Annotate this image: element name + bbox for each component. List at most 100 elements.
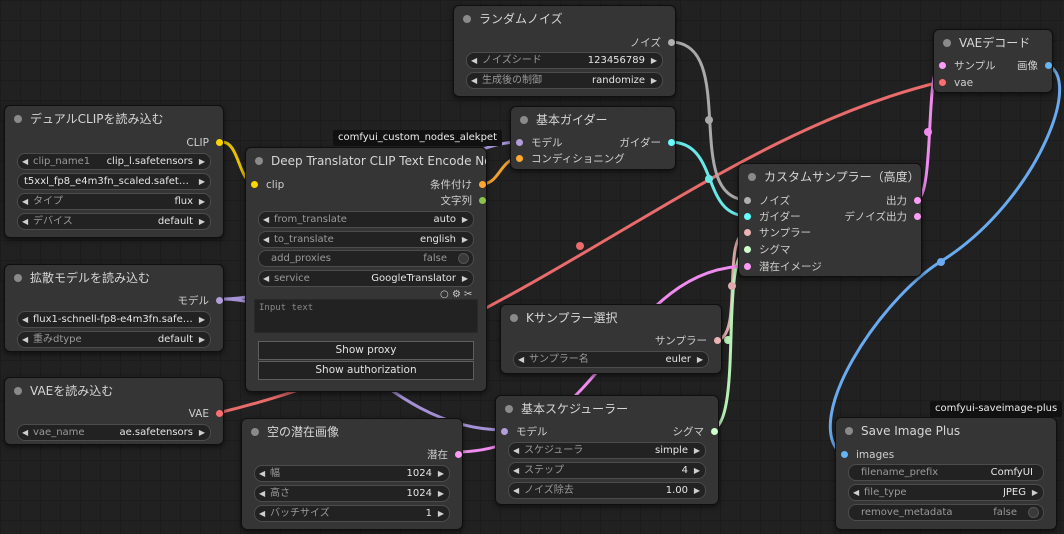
arrow-right-icon[interactable]: ▶	[694, 443, 700, 458]
node-title-bar[interactable]: 基本ガイダー	[511, 107, 675, 133]
ksampler-select-node[interactable]: Kサンプラー選択 サンプラー ◀ サンプラー名 euler ▶	[500, 304, 722, 374]
reroute-dot-vae[interactable]	[576, 242, 584, 250]
custom-sampler-advanced-node[interactable]: カスタムサンプラー（高度） ノイズ 出力 ガイダー デノイズ出力 サンプラー シ…	[738, 163, 922, 277]
empty-latent-image-node[interactable]: 空の潜在画像 潜在 ◀ 幅 1024 ▶ ◀ 高さ 1024 ▶ ◀ バッチサイズ 1 ▶	[241, 418, 463, 530]
arrow-left-icon[interactable]: ◀	[518, 352, 524, 367]
arrow-right-icon[interactable]: ▶	[199, 194, 205, 209]
arrow-left-icon[interactable]: ◀	[259, 506, 265, 521]
node-title-bar[interactable]: Save Image Plus	[836, 418, 1056, 444]
node-title-bar[interactable]: VAEデコード	[934, 30, 1052, 56]
arrow-left-icon[interactable]: ◀	[22, 332, 28, 347]
input-conditioning[interactable]: コンディショニング	[516, 152, 625, 166]
node-title-bar[interactable]: 拡散モデルを読み込む	[5, 265, 223, 291]
widget-noise-seed[interactable]: ◀ ノイズシード 123456789 ▶	[466, 52, 663, 69]
show-authorization-button[interactable]: Show authorization	[258, 361, 474, 380]
widget-steps[interactable]: ◀ ステップ 4 ▶	[508, 462, 706, 479]
arrow-left-icon[interactable]: ◀	[22, 425, 28, 440]
toggle-knob-icon[interactable]	[1028, 507, 1039, 518]
widget-width[interactable]: ◀ 幅 1024 ▶	[254, 465, 450, 482]
arrow-right-icon[interactable]: ▶	[438, 466, 444, 481]
collapse-dot-icon[interactable]	[14, 115, 22, 123]
widget-device[interactable]: ◀ デバイス default ▶	[17, 213, 211, 230]
output-noise[interactable]: ノイズ	[630, 36, 675, 50]
latent-output-slot-icon[interactable]	[914, 197, 921, 204]
clip-input-slot-icon[interactable]	[251, 181, 258, 188]
model-input-slot-icon[interactable]	[516, 139, 523, 146]
image-input-slot-icon[interactable]	[841, 451, 848, 458]
collapse-dot-icon[interactable]	[510, 314, 518, 322]
collapse-dot-icon[interactable]	[463, 15, 471, 23]
arrow-right-icon[interactable]: ▶	[199, 425, 205, 440]
guider-output-slot-icon[interactable]	[668, 139, 675, 146]
widget-batch-size[interactable]: ◀ バッチサイズ 1 ▶	[254, 505, 450, 522]
arrow-left-icon[interactable]: ◀	[513, 443, 519, 458]
output-vae[interactable]: VAE	[189, 407, 223, 421]
output-clip[interactable]: CLIP	[186, 136, 223, 150]
widget-clip-name1[interactable]: ◀ clip_name1 clip_l.safetensors ▶	[17, 153, 211, 170]
collapse-dot-icon[interactable]	[748, 173, 756, 181]
arrow-right-icon[interactable]: ▶	[651, 53, 657, 68]
collapse-dot-icon[interactable]	[845, 427, 853, 435]
arrow-right-icon[interactable]: ▶	[199, 312, 205, 327]
arrow-left-icon[interactable]: ◀	[22, 214, 28, 229]
input-sigmas[interactable]: シグマ	[744, 243, 791, 257]
toggle-knob-icon[interactable]	[458, 253, 469, 264]
image-output-slot-icon[interactable]	[1045, 62, 1052, 69]
input-samples[interactable]: サンプル	[939, 59, 996, 73]
random-noise-node[interactable]: ランダムノイズ ノイズ ◀ ノイズシード 123456789 ▶ ◀ 生成後の制御 ran…	[453, 5, 676, 97]
noise-input-slot-icon[interactable]	[744, 197, 751, 204]
vae-input-slot-icon[interactable]	[939, 79, 946, 86]
reroute-dot-sampler[interactable]	[728, 282, 736, 290]
widget-control-after-generate[interactable]: ◀ 生成後の制御 randomize ▶	[466, 72, 663, 89]
widget-unet-name[interactable]: ◀ flux1-schnell-fp8-e4m3fn.safeten ... ▶	[17, 311, 211, 328]
basic-scheduler-node[interactable]: 基本スケジューラー モデル シグマ ◀ スケジューラ simple ▶ ◀ ステップ 4 ▶…	[495, 395, 719, 505]
node-title-bar[interactable]: VAEを読み込む	[5, 378, 223, 404]
node-title-bar[interactable]: 空の潜在画像	[242, 419, 462, 445]
arrow-right-icon[interactable]: ▶	[697, 352, 703, 367]
widget-weight-dtype[interactable]: ◀ 重みdtype default ▶	[17, 331, 211, 348]
node-title-bar[interactable]: ランダムノイズ	[454, 6, 675, 32]
model-output-slot-icon[interactable]	[216, 297, 223, 304]
output-string[interactable]: 文字列	[441, 194, 486, 208]
show-proxy-button[interactable]: Show proxy	[258, 341, 474, 360]
collapse-dot-icon[interactable]	[505, 405, 513, 413]
arrow-right-icon[interactable]: ▶	[438, 506, 444, 521]
arrow-left-icon[interactable]: ◀	[259, 466, 265, 481]
widget-height[interactable]: ◀ 高さ 1024 ▶	[254, 485, 450, 502]
output-latent[interactable]: 潜在	[427, 448, 462, 462]
input-guider[interactable]: ガイダー	[744, 210, 801, 224]
input-latent-image[interactable]: 潜在イメージ	[744, 260, 822, 274]
output-output[interactable]: 出力	[886, 194, 921, 208]
reroute-dot-noise[interactable]	[705, 116, 713, 124]
output-sampler[interactable]: サンプラー	[655, 334, 721, 348]
arrow-left-icon[interactable]: ◀	[263, 271, 269, 286]
latent-output-slot-icon[interactable]	[455, 451, 462, 458]
model-input-slot-icon[interactable]	[501, 428, 508, 435]
input-images[interactable]: images	[841, 448, 894, 462]
string-output-slot-icon[interactable]	[479, 197, 486, 204]
arrow-right-icon[interactable]: ▶	[462, 271, 468, 286]
arrow-left-icon[interactable]: ◀	[471, 53, 477, 68]
arrow-left-icon[interactable]: ◀	[22, 312, 28, 327]
sigmas-input-slot-icon[interactable]	[744, 246, 751, 253]
widget-sampler-name[interactable]: ◀ サンプラー名 euler ▶	[513, 351, 709, 368]
collapse-dot-icon[interactable]	[943, 39, 951, 47]
widget-from-translate[interactable]: ◀ from_translate auto ▶	[258, 211, 474, 228]
arrow-right-icon[interactable]: ▶	[651, 73, 657, 88]
collapse-dot-icon[interactable]	[14, 274, 22, 282]
node-title-bar[interactable]: カスタムサンプラー（高度）	[739, 164, 921, 190]
output-guider[interactable]: ガイダー	[619, 136, 675, 150]
output-model[interactable]: モデル	[178, 294, 223, 308]
arrow-left-icon[interactable]: ◀	[513, 463, 519, 478]
input-vae[interactable]: vae	[939, 76, 973, 90]
widget-type[interactable]: ◀ タイプ flux ▶	[17, 193, 211, 210]
widget-scheduler[interactable]: ◀ スケジューラ simple ▶	[508, 442, 706, 459]
widget-to-translate[interactable]: ◀ to_translate english ▶	[258, 231, 474, 248]
input-noise[interactable]: ノイズ	[744, 194, 790, 208]
arrow-left-icon[interactable]: ◀	[471, 73, 477, 88]
reroute-dot-sigmas[interactable]	[724, 336, 732, 344]
node-title-bar[interactable]: Deep Translator CLIP Text Encode Node	[246, 148, 486, 174]
arrow-left-icon[interactable]: ◀	[513, 483, 519, 498]
arrow-left-icon[interactable]: ◀	[263, 212, 269, 227]
latent-input-slot-icon[interactable]	[939, 62, 946, 69]
